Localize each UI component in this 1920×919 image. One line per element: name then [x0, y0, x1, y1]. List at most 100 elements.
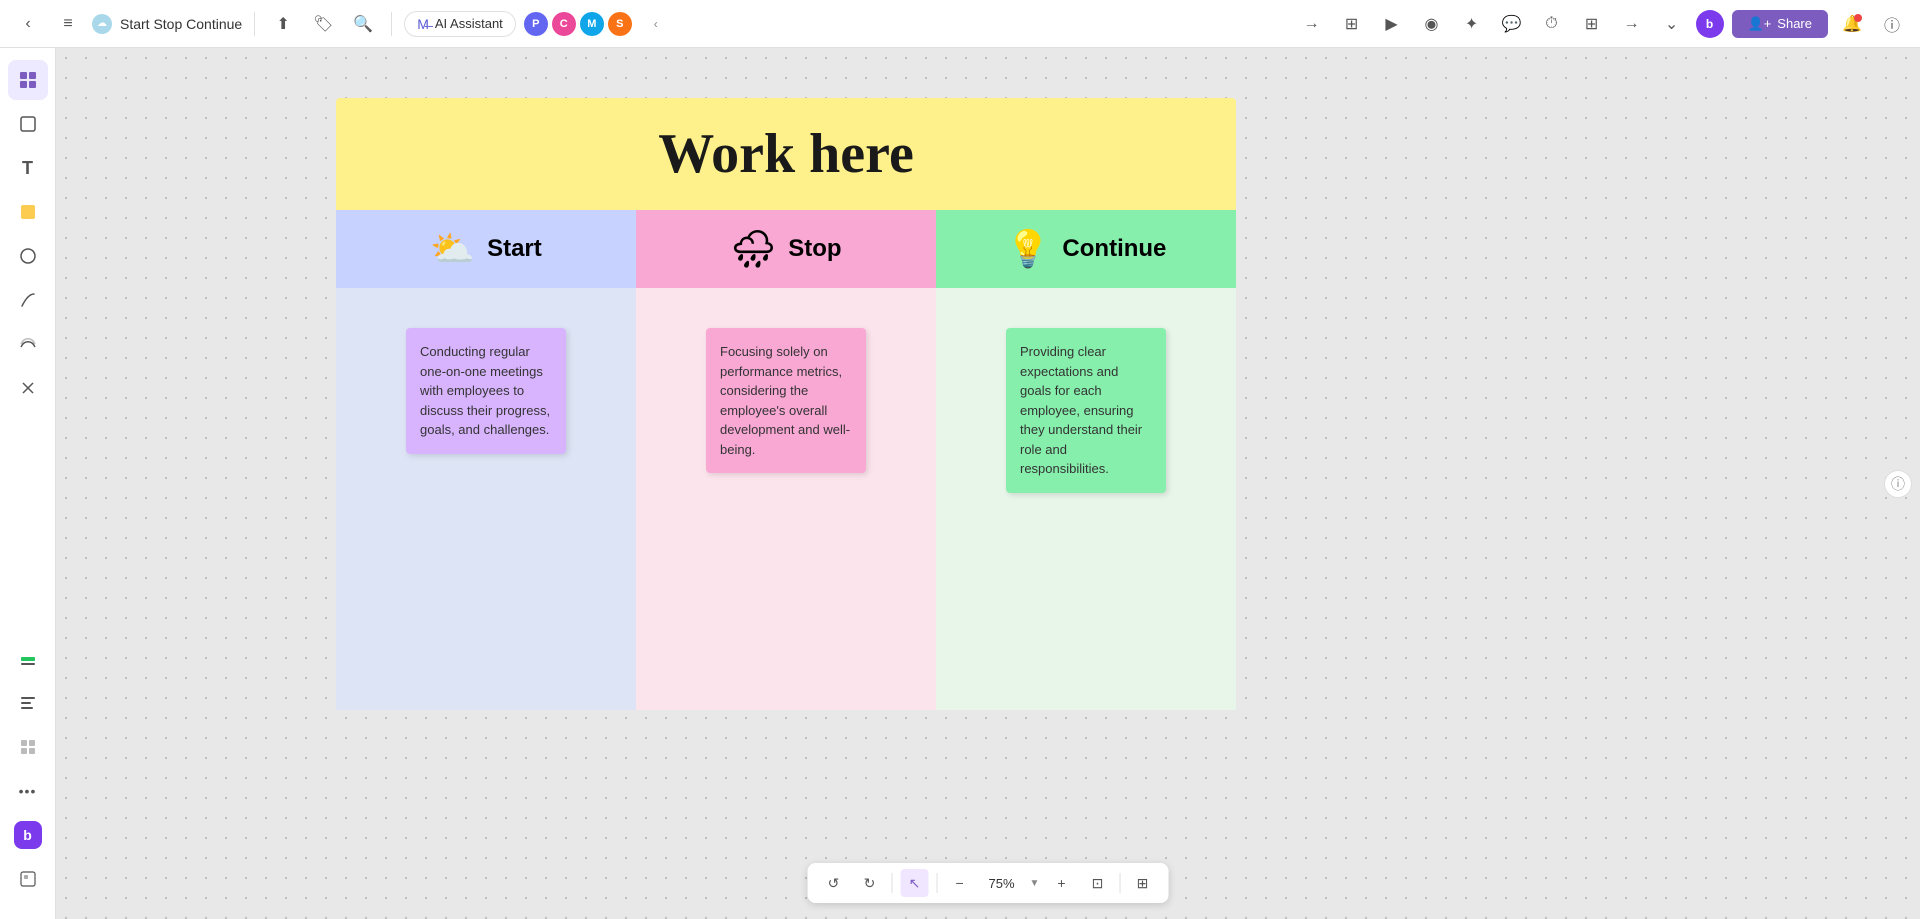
- app-icon: ☁: [92, 14, 112, 34]
- badge-sf: S: [608, 12, 632, 36]
- col-body-start[interactable]: Conducting regular one-on-one meetings w…: [336, 288, 636, 710]
- sidebar-tool-highlight[interactable]: [8, 639, 48, 679]
- col-header-continue: 💡 Continue: [936, 210, 1236, 288]
- menu-button[interactable]: ≡: [52, 8, 84, 40]
- ai-assistant-button[interactable]: M̶ AI Assistant: [404, 11, 516, 37]
- search-icon: 🔍: [353, 14, 373, 34]
- timer-button[interactable]: ⏱: [1536, 8, 1568, 40]
- ai-label: AI Assistant: [435, 16, 503, 31]
- notification-dot: [1854, 14, 1862, 22]
- right-info-button[interactable]: ⓘ: [1884, 470, 1912, 498]
- brand-icon: b: [14, 821, 42, 849]
- continue-emoji: 💡: [1006, 228, 1051, 270]
- cursor-button[interactable]: ↖: [901, 869, 929, 897]
- minimap-button[interactable]: ⊞: [1128, 869, 1156, 897]
- start-note-text: Conducting regular one-on-one meetings w…: [420, 344, 550, 437]
- more-apps-button[interactable]: ‹: [640, 8, 672, 40]
- star-button[interactable]: ✦: [1456, 8, 1488, 40]
- notification-button[interactable]: 🔔: [1836, 8, 1868, 40]
- redo-icon: ↻: [864, 875, 876, 892]
- sidebar-bottom: ••• b: [8, 639, 48, 907]
- continue-note-text: Providing clear expectations and goals f…: [1020, 344, 1142, 476]
- zoom-in-button[interactable]: +: [1047, 869, 1075, 897]
- fit-button[interactable]: ⊡: [1083, 869, 1111, 897]
- main-layout: T •••: [0, 48, 1920, 919]
- sidebar-tool-scissors[interactable]: [8, 368, 48, 408]
- badge-ms: M: [580, 12, 604, 36]
- sidebar-tool-sticky[interactable]: [8, 192, 48, 232]
- zoom-out-button[interactable]: −: [946, 869, 974, 897]
- integrations-button[interactable]: ⊞: [1576, 8, 1608, 40]
- badge-p: P: [524, 12, 548, 36]
- user-avatar[interactable]: b: [1696, 10, 1724, 38]
- menu-icon: ≡: [63, 15, 72, 33]
- bottom-divider3: [1119, 873, 1120, 893]
- top-toolbar: ‹ ≡ ☁ Start Stop Continue ⬆ 🏷 🔍 M̶ AI As…: [0, 0, 1920, 48]
- col-start: ⛅ Start Conducting regular one-on-one me…: [336, 210, 636, 710]
- board-container: Work here ⛅ Start Conducting regular one…: [336, 98, 1236, 710]
- sidebar-tool-table[interactable]: [8, 727, 48, 767]
- back-button[interactable]: ‹: [12, 8, 44, 40]
- collaborator-icons: P C M S: [524, 12, 632, 36]
- back-icon: ‹: [25, 15, 30, 33]
- sidebar-tool-frame[interactable]: [8, 104, 48, 144]
- right-panel: ⓘ: [1884, 470, 1912, 498]
- present-button[interactable]: ◉: [1416, 8, 1448, 40]
- undo-icon: ↺: [828, 875, 840, 892]
- app-title: Start Stop Continue: [120, 16, 242, 32]
- ai-icon: M̶: [417, 16, 429, 32]
- board-columns: ⛅ Start Conducting regular one-on-one me…: [336, 210, 1236, 710]
- tag-icon: 🏷: [313, 14, 333, 34]
- share-icon: 👤+: [1748, 16, 1772, 32]
- sidebar-tool-shape[interactable]: [8, 236, 48, 276]
- redo-button[interactable]: ↻: [856, 869, 884, 897]
- stop-note-text: Focusing solely on performance metrics, …: [720, 344, 850, 457]
- arrow2-button[interactable]: →: [1616, 8, 1648, 40]
- col-continue: 💡 Continue Providing clear expectations …: [936, 210, 1236, 710]
- comment-button[interactable]: 💬: [1496, 8, 1528, 40]
- stop-note[interactable]: Focusing solely on performance metrics, …: [706, 328, 866, 473]
- bottom-divider2: [937, 873, 938, 893]
- share-button[interactable]: 👤+ Share: [1732, 10, 1828, 38]
- share-label: Share: [1777, 16, 1812, 31]
- undo-button[interactable]: ↺: [820, 869, 848, 897]
- sidebar-tool-brush[interactable]: [8, 324, 48, 364]
- col-stop: 🌧 Stop Focusing solely on performance me…: [636, 210, 936, 710]
- stop-emoji: 🌧: [730, 228, 776, 270]
- col-body-continue[interactable]: Providing clear expectations and goals f…: [936, 288, 1236, 710]
- bottom-toolbar: ↺ ↻ ↖ − 75% ▼ + ⊡ ⊞: [808, 863, 1169, 903]
- toolbar-divider-2: [391, 12, 392, 36]
- sidebar-tool-home[interactable]: [8, 60, 48, 100]
- toolbar-right: → ⊞ ▶ ◉ ✦ 💬 ⏱ ⊞ → ⌄ b 👤+ Share 🔔 ⓘ: [1296, 8, 1908, 40]
- badge-c: C: [552, 12, 576, 36]
- upload-icon: ⬆: [276, 14, 289, 34]
- sidebar-tool-text[interactable]: T: [8, 148, 48, 188]
- sidebar-tool-brand[interactable]: b: [8, 815, 48, 855]
- start-emoji: ⛅: [430, 228, 475, 270]
- upload-button[interactable]: ⬆: [267, 8, 299, 40]
- col-header-start: ⛅ Start: [336, 210, 636, 288]
- zoom-dropdown-icon[interactable]: ▼: [1030, 878, 1040, 889]
- search-button[interactable]: 🔍: [347, 8, 379, 40]
- canvas-area[interactable]: Work here ⛅ Start Conducting regular one…: [56, 48, 1920, 919]
- continue-label: Continue: [1062, 235, 1166, 263]
- chevron-button[interactable]: ⌄: [1656, 8, 1688, 40]
- help-button[interactable]: ⓘ: [1876, 8, 1908, 40]
- col-body-stop[interactable]: Focusing solely on performance metrics, …: [636, 288, 936, 710]
- board-title-bar: Work here: [336, 98, 1236, 210]
- col-header-stop: 🌧 Stop: [636, 210, 936, 288]
- sidebar-tool-pen[interactable]: [8, 280, 48, 320]
- expand-button[interactable]: →: [1296, 8, 1328, 40]
- template-button[interactable]: ⊞: [1336, 8, 1368, 40]
- stop-label: Stop: [788, 235, 841, 263]
- start-label: Start: [487, 235, 542, 263]
- continue-note[interactable]: Providing clear expectations and goals f…: [1006, 328, 1166, 493]
- board-title: Work here: [384, 122, 1188, 186]
- sidebar-tool-more[interactable]: •••: [8, 771, 48, 811]
- sidebar-tool-minimap[interactable]: [8, 859, 48, 899]
- play-button[interactable]: ▶: [1376, 8, 1408, 40]
- start-note[interactable]: Conducting regular one-on-one meetings w…: [406, 328, 566, 454]
- sidebar-tool-text2[interactable]: [8, 683, 48, 723]
- text-tool-icon: T: [22, 158, 33, 179]
- tag-button[interactable]: 🏷: [307, 8, 339, 40]
